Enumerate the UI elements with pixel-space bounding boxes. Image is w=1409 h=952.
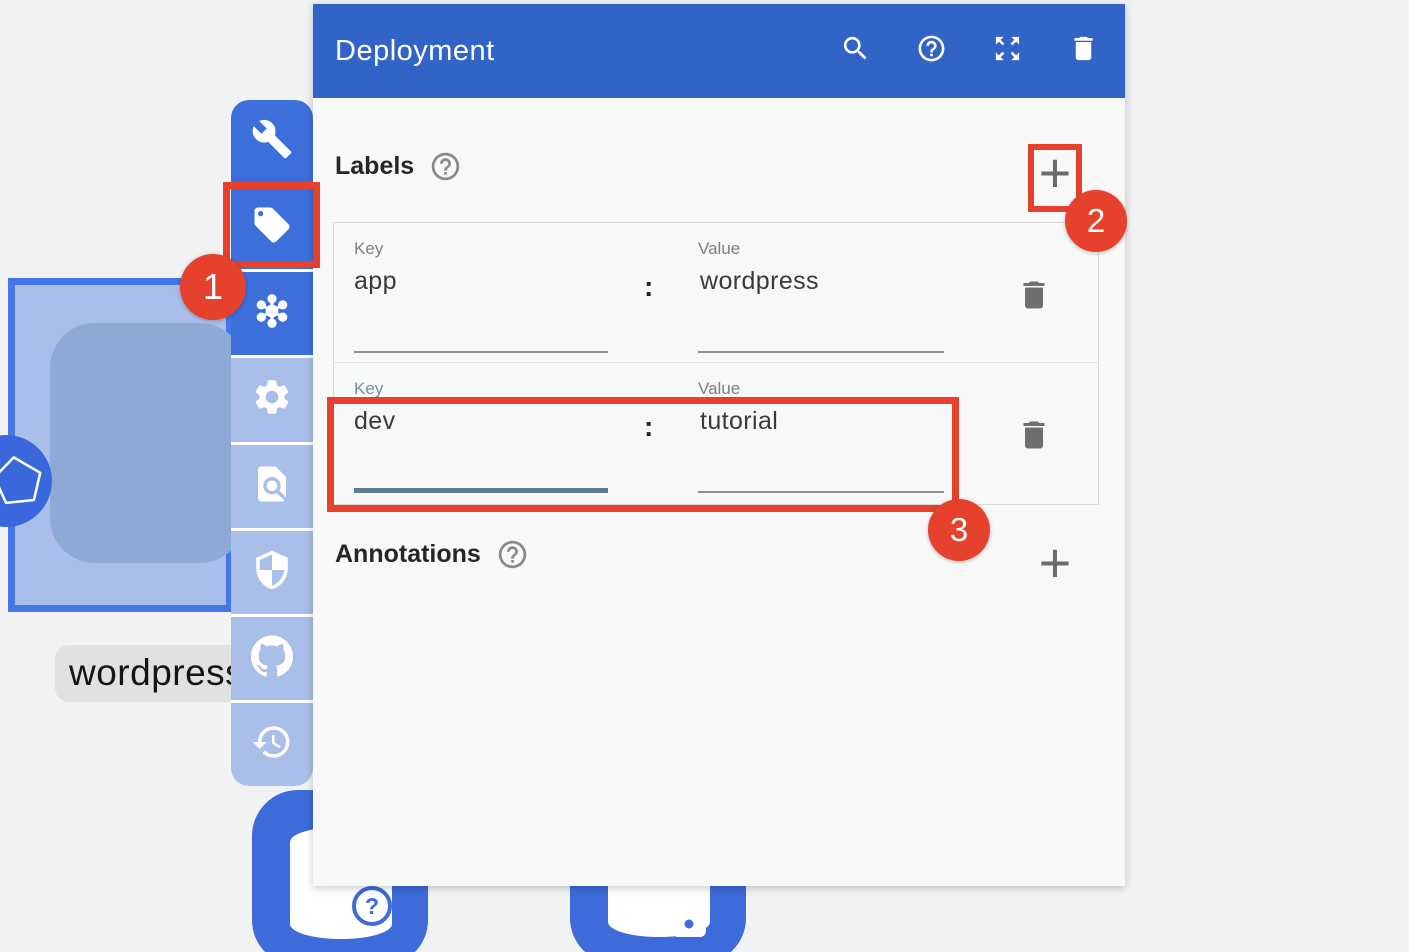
annotations-title: Annotations	[335, 540, 481, 569]
annotations-section-header: Annotations	[335, 538, 529, 571]
pod-badge	[0, 435, 52, 527]
tool-settings-button[interactable]	[231, 358, 313, 441]
key-label: Key	[354, 379, 383, 399]
question-badge-icon: ?	[352, 886, 392, 926]
gear-icon	[251, 376, 293, 423]
tutorial-highlight-labels-tool	[223, 182, 320, 268]
panel-header-actions	[839, 35, 1099, 67]
delete-label-button[interactable]	[1016, 417, 1052, 453]
tool-inspect-button[interactable]	[231, 445, 313, 528]
label-key-field[interactable]: app	[354, 267, 397, 296]
tutorial-step-2: 2	[1065, 190, 1127, 252]
find-in-page-icon	[251, 463, 293, 510]
delete-panel-button[interactable]	[1067, 35, 1099, 67]
help-circle-icon	[496, 558, 529, 575]
key-underline	[354, 351, 608, 353]
github-icon	[251, 635, 293, 682]
labels-title: Labels	[335, 152, 414, 181]
labels-help-button[interactable]	[429, 150, 462, 183]
label-row-app: Key app : Value wordpress	[334, 223, 1098, 363]
search-icon	[840, 33, 871, 69]
annotations-help-button[interactable]	[496, 538, 529, 571]
tutorial-step-1: 1	[180, 254, 246, 320]
expand-button[interactable]	[991, 35, 1023, 67]
delete-label-button[interactable]	[1016, 277, 1052, 313]
trash-icon	[1016, 440, 1052, 457]
labels-section-header: Labels	[335, 150, 462, 183]
trash-icon	[1016, 300, 1052, 317]
tutorial-step-3: 3	[928, 499, 990, 561]
pentagon-icon	[0, 514, 52, 531]
key-label: Key	[354, 239, 383, 259]
help-button[interactable]	[915, 35, 947, 67]
label-value-field[interactable]: wordpress	[700, 267, 819, 296]
panel-header: Deployment	[313, 4, 1125, 98]
help-circle-icon	[429, 170, 462, 187]
wrench-icon	[251, 118, 293, 165]
lock-icon	[667, 888, 711, 945]
tutorial-highlight-label-row	[327, 397, 959, 512]
shield-icon	[251, 549, 293, 596]
value-underline	[698, 351, 944, 353]
colon-separator: :	[644, 271, 653, 303]
help-icon	[916, 33, 947, 69]
value-label: Value	[698, 239, 740, 259]
history-icon	[251, 721, 293, 768]
tool-history-button[interactable]	[231, 703, 313, 786]
value-label: Value	[698, 379, 740, 399]
node-inner-shape	[50, 323, 245, 563]
search-button[interactable]	[839, 35, 871, 67]
fullscreen-icon	[992, 33, 1023, 69]
tool-edit-button[interactable]	[231, 100, 313, 183]
tool-github-button[interactable]	[231, 617, 313, 700]
hub-icon	[251, 290, 293, 337]
panel-title: Deployment	[335, 35, 495, 68]
trash-icon	[1068, 33, 1099, 69]
tool-security-button[interactable]	[231, 531, 313, 614]
add-annotation-button[interactable]: +	[1031, 534, 1079, 594]
